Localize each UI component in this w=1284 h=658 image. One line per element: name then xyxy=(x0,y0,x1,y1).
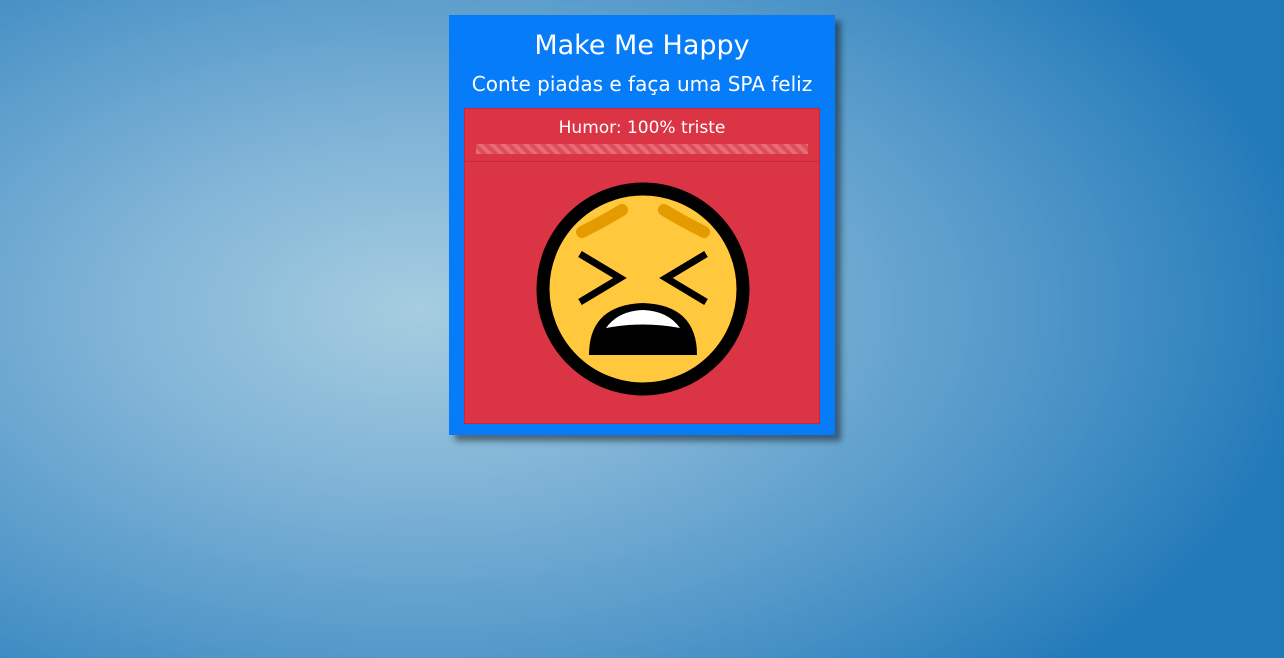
app-title: Make Me Happy xyxy=(534,30,750,61)
mood-panel: Humor: 100% triste xyxy=(464,108,820,424)
app-subtitle: Conte piadas e faça uma SPA feliz xyxy=(471,72,813,96)
tired-face-icon xyxy=(536,182,750,396)
mood-progress-fill xyxy=(476,144,808,154)
app-card: Make Me Happy Conte piadas e faça uma SP… xyxy=(449,15,835,435)
mood-progress-bar xyxy=(476,144,808,154)
mood-header: Humor: 100% triste xyxy=(465,109,819,162)
mood-label: Humor: 100% triste xyxy=(558,118,726,138)
